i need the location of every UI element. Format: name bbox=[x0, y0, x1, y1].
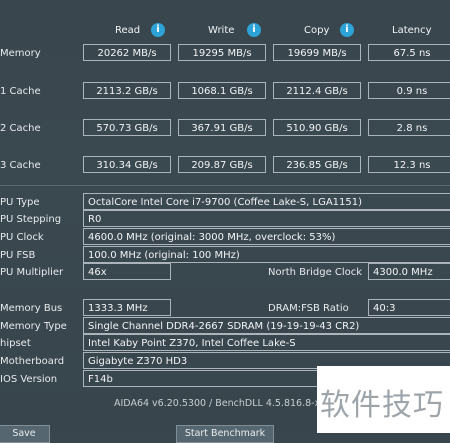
header-write: Write bbox=[208, 25, 235, 36]
cpu-stepping-label: PU Stepping bbox=[0, 214, 62, 225]
memory-bus-value: 1333.3 MHz bbox=[83, 299, 171, 316]
chipset-label: hipset bbox=[0, 338, 31, 349]
version-footer: AIDA64 v6.20.5300 / BenchDLL 4.5.816.8-x… bbox=[114, 398, 327, 409]
l3-latency-value: 12.3 ns bbox=[368, 156, 450, 173]
separator bbox=[0, 185, 450, 186]
start-benchmark-button[interactable]: Start Benchmark bbox=[176, 425, 274, 443]
row-label-memory: Memory bbox=[0, 48, 41, 59]
memory-type-label: Memory Type bbox=[0, 321, 67, 332]
l1-latency-value: 0.9 ns bbox=[368, 82, 450, 99]
header-latency: Latency bbox=[392, 25, 432, 36]
save-button[interactable]: Save bbox=[0, 425, 50, 443]
motherboard-label: Motherboard bbox=[0, 356, 65, 367]
l3-copy-value: 236.85 GB/s bbox=[273, 156, 361, 173]
cpu-fsb-value: 100.0 MHz (original: 100 MHz) bbox=[83, 246, 450, 263]
copy-info-icon[interactable]: i bbox=[340, 23, 354, 37]
memory-latency-value: 67.5 ns bbox=[368, 44, 450, 61]
l3-write-value: 209.87 GB/s bbox=[178, 156, 266, 173]
cpu-clock-label: PU Clock bbox=[0, 232, 44, 243]
cpu-clock-value: 4600.0 MHz (original: 3000 MHz, overcloc… bbox=[83, 228, 450, 245]
bios-version-label: IOS Version bbox=[0, 374, 58, 385]
header-copy: Copy bbox=[304, 25, 330, 36]
l2-copy-value: 510.90 GB/s bbox=[273, 119, 361, 136]
dram-fsb-value: 40:3 bbox=[368, 299, 450, 316]
watermark-text: 软件技巧 bbox=[320, 388, 444, 423]
nb-clock-value: 4300.0 MHz bbox=[368, 263, 450, 280]
cpu-multiplier-value: 46x bbox=[83, 263, 171, 280]
memory-read-value: 20262 MB/s bbox=[83, 44, 171, 61]
l2-read-value: 570.73 GB/s bbox=[83, 119, 171, 136]
cpu-type-label: PU Type bbox=[0, 197, 40, 208]
l2-latency-value: 2.8 ns bbox=[368, 119, 450, 136]
dram-fsb-label: DRAM:FSB Ratio bbox=[268, 303, 349, 314]
write-info-icon[interactable]: i bbox=[247, 23, 261, 37]
l1-read-value: 2113.2 GB/s bbox=[83, 82, 171, 99]
row-label-l2-cache: 2 Cache bbox=[0, 123, 41, 134]
memory-write-value: 19295 MB/s bbox=[178, 44, 266, 61]
l3-read-value: 310.34 GB/s bbox=[83, 156, 171, 173]
cpu-type-value: OctalCore Intel Core i7-9700 (Coffee Lak… bbox=[83, 193, 450, 210]
l2-write-value: 367.91 GB/s bbox=[178, 119, 266, 136]
l1-copy-value: 2112.4 GB/s bbox=[273, 82, 361, 99]
memory-bus-label: Memory Bus bbox=[0, 303, 63, 314]
row-label-l1-cache: 1 Cache bbox=[0, 86, 41, 97]
l1-write-value: 1068.1 GB/s bbox=[178, 82, 266, 99]
read-info-icon[interactable]: i bbox=[151, 23, 165, 37]
cpu-stepping-value: R0 bbox=[83, 210, 450, 227]
nb-clock-label: North Bridge Clock bbox=[268, 267, 363, 278]
chipset-value: Intel Kaby Point Z370, Intel Coffee Lake… bbox=[83, 334, 450, 351]
cpu-fsb-label: PU FSB bbox=[0, 250, 36, 261]
row-label-l3-cache: 3 Cache bbox=[0, 160, 41, 171]
memory-copy-value: 19699 MB/s bbox=[273, 44, 361, 61]
memory-type-value: Single Channel DDR4-2667 SDRAM (19-19-19… bbox=[83, 317, 450, 334]
header-read: Read bbox=[115, 25, 141, 36]
cpu-multiplier-label: PU Multiplier bbox=[0, 267, 64, 278]
